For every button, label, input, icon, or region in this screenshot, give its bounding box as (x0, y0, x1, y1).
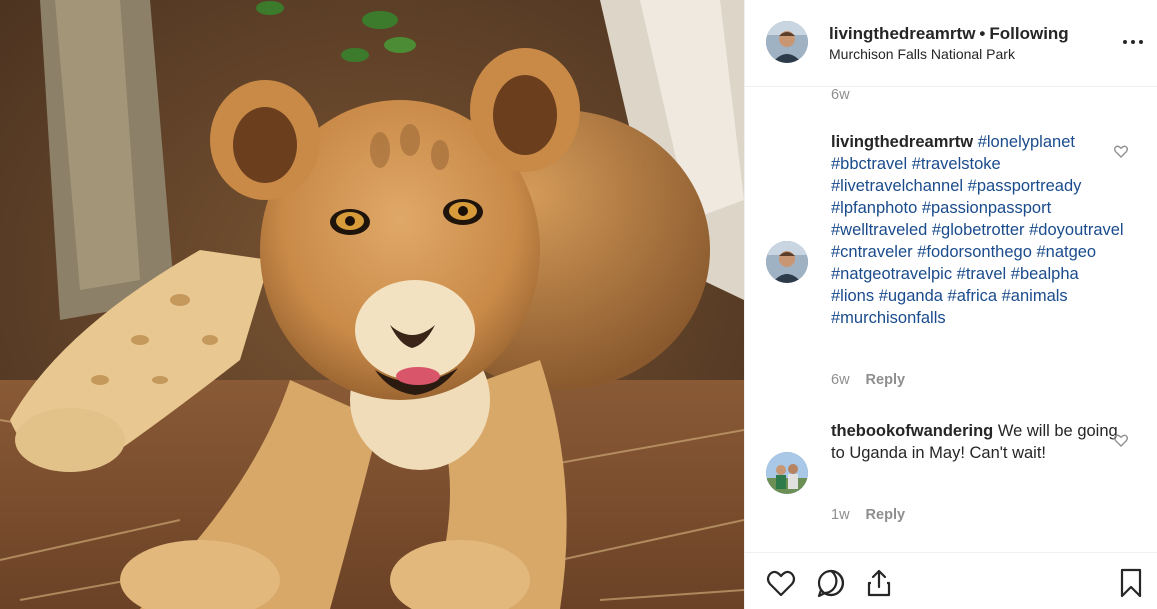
bookmark-icon[interactable] (1115, 567, 1147, 599)
reply-text: thebookofwandering We will be going to U… (831, 420, 1126, 464)
caption-text: livingthedreamrtw #lonelyplanet #bbctrav… (831, 131, 1126, 329)
action-bar (745, 552, 1157, 609)
post-header: livingthedreamrtw • Following Murchison Fa… (745, 0, 1157, 87)
caption-avatar[interactable] (766, 241, 808, 283)
reply-time: 1w (831, 507, 850, 523)
caption-hashtags[interactable]: #lonelyplanet #bbctravel #travelstoke #l… (831, 133, 1124, 327)
author-username[interactable]: livingthedreamrtw (829, 24, 975, 43)
post-photo[interactable] (0, 0, 744, 609)
like-reply-heart-icon[interactable] (1113, 432, 1129, 448)
previous-comment-time: 6w (831, 87, 850, 103)
caption-username[interactable]: livingthedreamrtw (831, 133, 973, 151)
reply-reply-button[interactable]: Reply (866, 507, 906, 523)
reply-meta: 1w Reply (831, 507, 905, 523)
like-comment-heart-icon[interactable] (1113, 143, 1129, 159)
separator-dot: • (979, 24, 986, 43)
follow-status[interactable]: Following (989, 24, 1068, 43)
heart-icon[interactable] (765, 567, 797, 599)
comments-list[interactable]: 6w livingthedreamrtw #lonelyplanet #bbct… (745, 87, 1157, 552)
comment-icon[interactable] (815, 567, 847, 599)
more-icon[interactable] (1121, 30, 1145, 54)
reply-username[interactable]: thebookofwandering (831, 422, 993, 440)
post-location[interactable]: Murchison Falls National Park (829, 46, 1015, 62)
author-avatar[interactable] (766, 21, 808, 63)
caption-meta: 6w Reply (831, 372, 905, 388)
comments-panel: livingthedreamrtw • Following Murchison Fa… (744, 0, 1157, 609)
share-icon[interactable] (863, 567, 895, 599)
caption-time: 6w (831, 372, 850, 388)
caption-reply-button[interactable]: Reply (866, 372, 906, 388)
reply-avatar[interactable] (766, 452, 808, 494)
